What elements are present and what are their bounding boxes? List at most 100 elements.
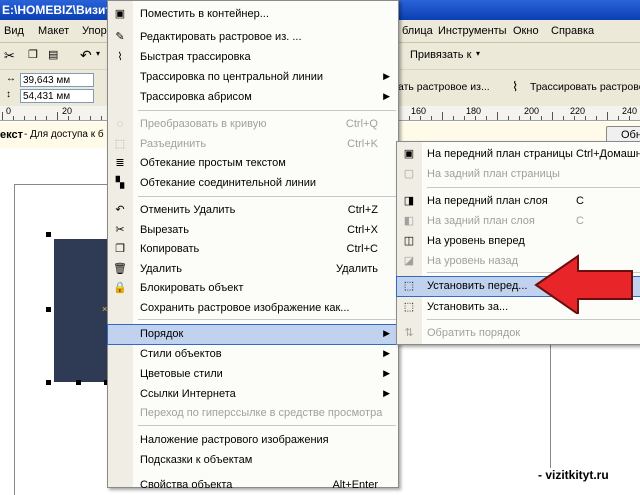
container-icon: ▣ [114, 8, 126, 20]
menu-item-label: Обтекание простым текстом [140, 157, 286, 169]
ruler-tick [13, 116, 14, 120]
context-menu-item: ⬚ Разъединить Ctrl+K [108, 135, 398, 154]
paste-icon[interactable]: ▤ [48, 48, 58, 61]
ruler-tick [46, 116, 47, 120]
context-menu-item[interactable]: Подсказки к объектам [108, 451, 398, 470]
width-icon: ↔ [6, 73, 16, 84]
ruler-tick [574, 116, 575, 120]
trace-icon[interactable]: ⌇ [512, 79, 518, 95]
context-menu-item[interactable]: 🗑 Удалить Удалить [108, 260, 398, 279]
submenu-item-shortcut: С [576, 195, 584, 207]
selection-handle[interactable] [46, 232, 51, 237]
arrow-shape [534, 254, 633, 314]
order-submenu-item: ⇅ Обратить порядок [397, 324, 640, 343]
height-field[interactable]: 54,431 мм [20, 89, 94, 103]
order-submenu-item[interactable]: ▣ На передний план страницыCtrl+Домашня [397, 145, 640, 164]
undo-dropdown-icon[interactable]: ▾ [96, 49, 100, 58]
ruler-tick [24, 116, 25, 120]
ruler-tick [541, 116, 542, 120]
ruler-label: 180 [466, 106, 482, 116]
chevron-down-icon[interactable]: ▾ [476, 49, 480, 58]
edit-bitmap-button[interactable]: ать растровое из... [398, 81, 490, 93]
submenu-item-label: На задний план страницы [427, 168, 560, 180]
selection-handle[interactable] [46, 380, 51, 385]
context-menu-item[interactable]: ≣ Обтекание простым текстом [108, 154, 398, 173]
menu-tools[interactable]: Инструменты [438, 25, 507, 37]
menu-view[interactable]: Вид [4, 25, 24, 37]
refresh-button-label: Обн [621, 129, 640, 141]
menu-item-label: Удалить [140, 263, 182, 275]
wrap-connector-icon: ▚ [115, 177, 125, 189]
wrap-text-icon: ≣ [115, 157, 125, 169]
width-field[interactable]: 39,643 мм [20, 73, 94, 87]
menu-item-shortcut: Ctrl+C [346, 243, 378, 255]
snap-to-dropdown[interactable]: Привязать к [410, 49, 471, 61]
context-menu-item[interactable]: Порядок ▶ [107, 324, 399, 345]
submenu-arrow-icon: ▶ [383, 91, 390, 101]
context-menu-item[interactable]: ❐ Копировать Ctrl+C [108, 240, 398, 259]
menu-item-label: Стили объектов [140, 348, 222, 360]
undo-icon: ↶ [115, 204, 125, 216]
ruler-tick [68, 116, 69, 120]
undo-icon[interactable]: ↶ [80, 47, 92, 64]
menu-help[interactable]: Справка [551, 25, 594, 37]
menu-item-label: Свойства объекта [140, 479, 233, 491]
trace-bitmap-button[interactable]: Трассировать растрово [530, 81, 640, 93]
red-arrow-annotation [534, 254, 633, 314]
menu-item-label: Переход по гиперссылке в средстве просмо… [140, 407, 383, 419]
in-front-of-icon: ⬚ [403, 280, 415, 292]
break-apart-icon: ⬚ [114, 138, 126, 150]
menu-separator [138, 110, 396, 111]
submenu-item-label: Установить перед... [427, 280, 528, 292]
context-menu-item[interactable]: Ссылки Интернета ▶ [108, 385, 398, 404]
context-menu-item: ◌ Преобразовать в кривую Ctrl+Q [108, 115, 398, 134]
menu-item-label: Подсказки к объектам [140, 454, 253, 466]
menu-arrange[interactable]: Упор [82, 25, 107, 37]
copy-icon[interactable]: ❐ [28, 48, 38, 61]
cut-icon[interactable]: ✂ [4, 48, 15, 64]
menu-item-label: Отменить Удалить [140, 204, 236, 216]
menu-item-label: Трассировка по центральной линии [140, 71, 324, 83]
order-submenu-item: ▢ На задний план страницы [397, 165, 640, 184]
menu-window[interactable]: Окно [513, 25, 539, 37]
copy-icon: ❐ [115, 243, 125, 255]
selection-handle[interactable] [76, 380, 81, 385]
to-back-layer-icon: ◧ [403, 215, 415, 227]
ruler-tick [508, 116, 509, 120]
context-menu-item[interactable]: ▚ Обтекание соединительной линии [108, 174, 398, 193]
order-submenu-item[interactable]: ◨ На передний план слоя С [397, 192, 640, 211]
selected-object[interactable] [54, 239, 108, 382]
context-menu-item[interactable]: ↶ Отменить Удалить Ctrl+Z [108, 201, 398, 220]
context-menu-item[interactable]: Цветовые стили ▶ [108, 365, 398, 384]
quick-trace-icon: ⌇ [117, 51, 123, 63]
menu-layout[interactable]: Макет [38, 25, 69, 37]
context-menu-item[interactable]: ⌇ Быстрая трассировка [108, 48, 398, 67]
context-menu-item[interactable]: ✎ Редактировать растровое из. ... [108, 28, 398, 47]
submenu-item-label: На задний план слоя [427, 215, 535, 227]
menu-table[interactable]: блица [402, 25, 433, 37]
submenu-arrow-icon: ▶ [383, 368, 390, 378]
context-menu-item[interactable]: Трассировка по центральной линии ▶ [108, 68, 398, 87]
context-menu-item[interactable]: ▣ Поместить в контейнер... [108, 5, 398, 24]
ruler-tick [607, 112, 608, 120]
menu-item-shortcut: Ctrl+X [347, 224, 378, 236]
context-menu-item[interactable]: 🔒 Блокировать объект [108, 279, 398, 298]
context-menu-item[interactable]: ✂ Вырезать Ctrl+X [108, 221, 398, 240]
submenu-item-label: Обратить порядок [427, 327, 521, 339]
context-menu-item[interactable]: Сохранить растровое изображение как... [108, 299, 398, 318]
edit-bitmap-icon: ✎ [115, 31, 125, 43]
menu-item-label: Преобразовать в кривую [140, 118, 267, 130]
selection-handle[interactable] [46, 307, 51, 312]
menu-item-label: Вырезать [140, 224, 189, 236]
context-menu-item[interactable]: Наложение растрового изображения [108, 431, 398, 450]
ruler-tick [442, 112, 443, 120]
order-submenu-item[interactable]: ◫ На уровень вперед [397, 232, 640, 251]
height-icon: ↕ [6, 89, 11, 100]
menu-item-label: Сохранить растровое изображение как... [140, 302, 350, 314]
menu-item-label: Ссылки Интернета [140, 388, 236, 400]
ruler-tick [79, 116, 80, 120]
menu-separator [138, 425, 396, 426]
context-menu-item[interactable]: Трассировка абрисом ▶ [108, 88, 398, 107]
forward-one-icon: ◫ [403, 235, 415, 247]
context-menu-item[interactable]: Стили объектов ▶ [108, 345, 398, 364]
